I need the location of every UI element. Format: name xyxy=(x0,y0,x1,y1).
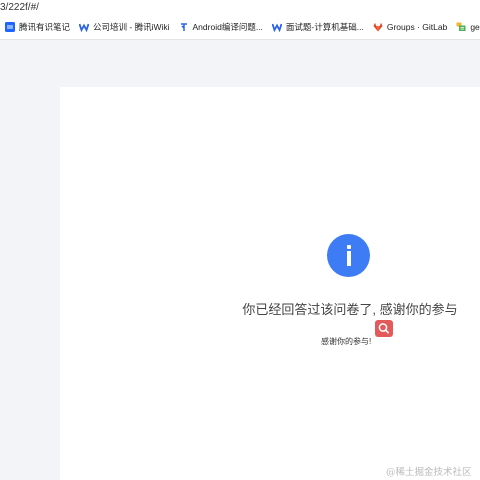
bookmarks-bar: 腾讯有识笔记 公司培训 - 腾讯iWiki Android编译问题... 面试题… xyxy=(0,15,480,40)
bookmark-label: gerrit xyxy=(470,22,480,32)
bookmark-label: 面试题-计算机基础... xyxy=(285,22,364,32)
iwiki-icon xyxy=(271,22,283,33)
info-icon xyxy=(327,234,370,277)
search-icon xyxy=(378,323,389,334)
gerrit-icon xyxy=(456,22,466,32)
bookmark-label: 公司培训 - 腾讯iWiki xyxy=(93,22,170,32)
bookmark-item-iwiki[interactable]: 公司培训 - 腾讯iWiki xyxy=(78,21,170,33)
bookmark-item-android[interactable]: Android编译问题... xyxy=(179,21,263,33)
bookmark-label: 腾讯有识笔记 xyxy=(19,22,71,32)
bookmark-item-interview[interactable]: 面试题-计算机基础... xyxy=(271,21,364,33)
iwiki-icon xyxy=(78,22,90,33)
completion-message: 你已经回答过该问卷了, 感谢你的参与 xyxy=(242,302,458,317)
url-text: 3/222f/#/ xyxy=(0,2,39,13)
address-bar[interactable]: 3/222f/#/ xyxy=(0,0,480,15)
result-card xyxy=(60,87,480,480)
thanks-text: 感谢你的参与! xyxy=(321,337,372,346)
bookmark-label: Groups · GitLab xyxy=(386,22,448,32)
search-button[interactable] xyxy=(375,320,393,337)
bookmark-item-gerrit[interactable]: gerrit xyxy=(456,22,480,32)
bookmark-label: Android编译问题... xyxy=(192,22,263,32)
bookmark-item-notes[interactable]: 腾讯有识笔记 xyxy=(5,21,70,33)
bookmark-item-gitlab[interactable]: Groups · GitLab xyxy=(373,22,447,32)
android-pin-icon xyxy=(179,22,189,32)
gitlab-icon xyxy=(373,22,383,32)
app-logo-icon xyxy=(5,22,15,32)
watermark: @稀土掘金技术社区 xyxy=(386,467,472,478)
